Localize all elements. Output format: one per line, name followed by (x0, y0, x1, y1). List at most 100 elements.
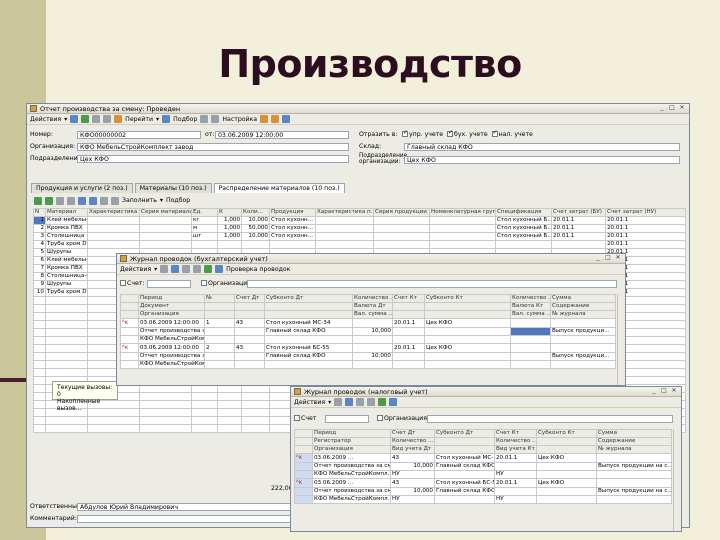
journal-header-cell[interactable]: Вал. сумма ... (510, 310, 551, 319)
tab-products[interactable]: Продукция и услуги (2 поз.) (31, 183, 133, 193)
filter-icon[interactable] (345, 398, 354, 406)
sort-asc-icon[interactable] (100, 196, 108, 205)
posting-row[interactable]: КФО МебельСтройКомпл... НУ НУ (294, 470, 672, 479)
journal-header-cell[interactable] (294, 429, 313, 438)
dt-kt-icon[interactable] (260, 115, 269, 123)
unpost-icon[interactable] (92, 115, 101, 123)
refresh-icon[interactable] (204, 265, 213, 273)
posting-row[interactable]: КФО МебельСтройКомпл... НУ НУ (294, 495, 672, 504)
posting-row[interactable]: КФО МебельСтройКомплект завод (120, 360, 616, 369)
kt-icon[interactable] (271, 115, 280, 123)
table-row[interactable]: 2 Кромка ПВХ м 1,000 50,000 Стол кухонн... Сто… (33, 224, 686, 233)
col-quantity[interactable]: Коли... (241, 208, 270, 217)
col-n[interactable]: N (33, 208, 46, 217)
col-material[interactable]: Материал (45, 208, 88, 217)
goto-menu[interactable]: Перейти (125, 116, 153, 123)
journal-header-cell[interactable]: Счет Дт (390, 429, 435, 438)
sort-desc-icon[interactable] (111, 196, 119, 205)
col-product-characteristic[interactable]: Характеристика п... (315, 208, 374, 217)
maximize-icon[interactable]: □ (660, 388, 668, 395)
minimize-icon[interactable]: _ (650, 388, 658, 395)
table-select-button[interactable]: Подбор (166, 197, 190, 204)
col-unit[interactable]: Ед. (191, 208, 218, 217)
journal-header-cell[interactable]: № журнала (550, 310, 616, 319)
refresh-icon[interactable] (378, 398, 387, 406)
journal-header-cell[interactable]: Вал. сумма ... (352, 310, 393, 319)
table-row[interactable]: 3 Столешница шт 1,000 10,000 Стол кухонн... Ст… (33, 232, 686, 241)
filter-list-icon[interactable] (182, 265, 191, 273)
edit-row-icon[interactable] (56, 196, 64, 205)
maximize-icon[interactable]: □ (604, 255, 612, 262)
org-filter-checkbox[interactable] (201, 280, 207, 286)
filter-off-icon[interactable] (193, 265, 202, 273)
journal-header-cell[interactable]: Счет Дт (234, 294, 265, 303)
posting-row[interactable]: Отчет производства за см... 10,000 Главный… (294, 487, 672, 496)
journal-header-cell[interactable] (434, 445, 495, 454)
journal-header-cell[interactable]: Организация (138, 310, 205, 319)
minimize-icon[interactable]: _ (658, 105, 666, 112)
period-icon[interactable] (160, 265, 169, 273)
journal-header-cell[interactable]: Субконто Кт (424, 294, 511, 303)
copy-icon[interactable] (103, 115, 112, 123)
table-row[interactable]: 4Труба хром D10 20.01.1 (33, 240, 686, 249)
journal-header-cell[interactable]: Вид учета Дт (390, 445, 435, 454)
tax-checkbox[interactable] (491, 129, 498, 137)
tax-account-filter-checkbox[interactable] (294, 415, 300, 421)
col-specification[interactable]: Спецификация (495, 208, 552, 217)
warehouse-field[interactable]: Главный склад КФО (404, 143, 680, 151)
journal-header-cell[interactable] (434, 437, 495, 446)
mgmt-checkbox[interactable] (402, 129, 408, 137)
col-nomenclature-group[interactable]: Номенклатурная груп... (429, 208, 496, 217)
posting-row[interactable]: Отчет производства за смену Ю... Главный … (120, 352, 616, 361)
journal-header-cell[interactable]: Субконто Кт (536, 429, 597, 438)
tab-materials[interactable]: Материалы (10 поз.) (134, 183, 212, 193)
filter-icon[interactable] (171, 265, 180, 273)
journal-header-cell[interactable]: Количество ... (390, 437, 435, 446)
post-icon[interactable] (81, 115, 90, 123)
journal-header-cell[interactable] (424, 310, 511, 319)
tax-org-filter-field[interactable] (427, 415, 673, 423)
journal-header-cell[interactable] (120, 310, 139, 319)
journal-header-cell[interactable] (392, 310, 425, 319)
minimize-icon[interactable]: _ (594, 255, 602, 262)
journal-header-cell[interactable] (536, 437, 597, 446)
filter-off-icon[interactable] (367, 398, 376, 406)
journal-header-cell[interactable]: Валюта Кт (510, 302, 551, 311)
journal-header-cell[interactable] (294, 437, 313, 446)
col-product-series[interactable]: Серия продукции (373, 208, 430, 217)
journal-header-cell[interactable]: Содержание (596, 437, 672, 446)
posting-row[interactable]: ᴬк 03.06.2009 ... 43 Стол кухонный БС-55 20.… (294, 478, 672, 488)
journal-header-cell[interactable]: Счет Кт (494, 429, 537, 438)
accounting-journal-scrollbar[interactable] (617, 294, 625, 385)
col-cost-account-nu[interactable]: Счет затрат (НУ) (605, 208, 686, 217)
journal-header-cell[interactable] (120, 302, 139, 311)
dept-field[interactable]: Цех КФО (77, 155, 349, 163)
delete-row-icon[interactable] (67, 196, 75, 205)
journal-header-cell[interactable]: Количество ... (494, 437, 537, 446)
check-icon[interactable] (215, 265, 224, 273)
journal-header-cell[interactable]: Документ (138, 302, 205, 311)
close-icon[interactable]: ✕ (614, 255, 622, 262)
posting-row[interactable]: ᴬк 03.06.2009 12:00:00 2 43 Стол кухонный БС… (120, 343, 616, 353)
journal-header-cell[interactable] (264, 310, 353, 319)
org-filter-field[interactable] (247, 280, 617, 288)
org-field[interactable]: КФО МебельСтройКомплект завод (77, 143, 349, 151)
journal-header-cell[interactable] (424, 302, 511, 311)
col-k[interactable]: К (217, 208, 242, 217)
tax-journal-scrollbar[interactable] (673, 429, 681, 531)
close-icon[interactable]: ✕ (678, 105, 686, 112)
journal-header-cell[interactable]: Период (312, 429, 391, 438)
actions-menu[interactable]: Действия (30, 116, 61, 123)
check-postings-button[interactable]: Проверка проводок (226, 266, 290, 273)
tab-material-distribution[interactable]: Распределение материалов (10 поз.) (213, 183, 345, 193)
posting-row[interactable]: Отчет производства за см... 10,000 Главный… (294, 462, 672, 471)
journal-header-cell[interactable] (204, 302, 235, 311)
acc-checkbox[interactable] (447, 129, 453, 137)
col-cost-account-bu[interactable]: Счет затрат (БУ) (551, 208, 606, 217)
org-dept-field[interactable]: Цех КФО (404, 156, 680, 164)
add-row-icon[interactable] (34, 196, 42, 205)
move-up-icon[interactable] (78, 196, 86, 205)
journal-header-cell[interactable] (120, 294, 139, 303)
journal-icon[interactable] (211, 115, 220, 123)
journal-header-cell[interactable] (392, 302, 425, 311)
